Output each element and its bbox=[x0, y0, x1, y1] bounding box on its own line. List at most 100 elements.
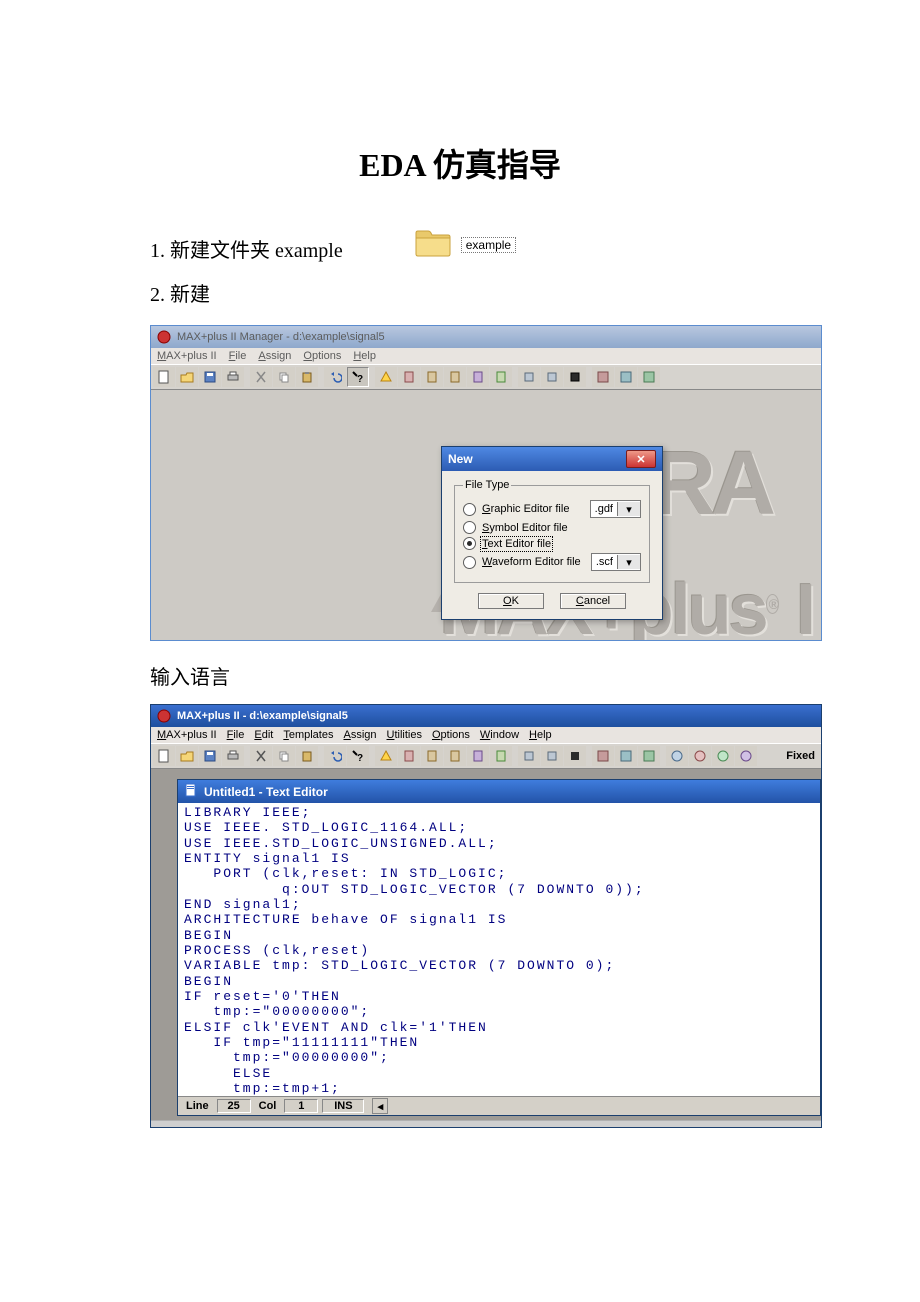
manager-titlebar: MAX+plus II Manager - d:\example\signal5 bbox=[151, 326, 821, 348]
app-icon bbox=[157, 709, 171, 723]
tool-icon-4[interactable] bbox=[490, 746, 512, 766]
extra-icon-3[interactable] bbox=[712, 746, 734, 766]
manager-client-area: R A MAX+plus® I New ✕ File Type Graphic … bbox=[151, 390, 821, 640]
hier-icon-1[interactable] bbox=[592, 746, 614, 766]
ext-combo-gdf[interactable]: .gdf▾ bbox=[590, 500, 641, 518]
menu-edit[interactable]: Edit bbox=[254, 729, 273, 741]
menu-assign[interactable]: Assign bbox=[343, 729, 376, 741]
tool-icon-1[interactable] bbox=[421, 367, 443, 387]
paste-icon[interactable] bbox=[296, 367, 318, 387]
save-icon[interactable] bbox=[199, 746, 221, 766]
open-icon[interactable] bbox=[176, 746, 198, 766]
cancel-button[interactable]: Cancel bbox=[560, 593, 626, 609]
save-icon[interactable] bbox=[199, 367, 221, 387]
context-help-icon[interactable]: ? bbox=[347, 367, 369, 387]
chip-icon-3[interactable] bbox=[564, 367, 586, 387]
window-border-bottom bbox=[151, 1120, 821, 1127]
print-icon[interactable] bbox=[222, 746, 244, 766]
hier-icon-1[interactable] bbox=[592, 367, 614, 387]
tool-icon-2[interactable] bbox=[444, 367, 466, 387]
manager-toolbar: ? bbox=[151, 364, 821, 390]
tool-icon-3[interactable] bbox=[467, 746, 489, 766]
cut-icon[interactable] bbox=[250, 746, 272, 766]
filetype-group: File Type Graphic Editor file .gdf▾ Symb… bbox=[454, 479, 650, 583]
menu-file[interactable]: File bbox=[229, 350, 247, 362]
ok-button[interactable]: OK bbox=[478, 593, 544, 609]
hier-icon-3[interactable] bbox=[638, 746, 660, 766]
status-ins: INS bbox=[322, 1099, 364, 1113]
page-title: EDA 仿真指导 bbox=[150, 140, 770, 186]
close-icon[interactable]: ✕ bbox=[626, 450, 656, 468]
status-line-value: 25 bbox=[217, 1099, 251, 1113]
radio-icon[interactable] bbox=[463, 503, 476, 516]
cut-icon[interactable] bbox=[250, 367, 272, 387]
tool-icon-2[interactable] bbox=[444, 746, 466, 766]
new-icon[interactable] bbox=[153, 367, 175, 387]
tool-icon-4[interactable] bbox=[490, 367, 512, 387]
hier-icon-3[interactable] bbox=[638, 367, 660, 387]
hier-icon-2[interactable] bbox=[615, 367, 637, 387]
new-dialog-title: New bbox=[448, 452, 473, 466]
opt-symbol[interactable]: Symbol Editor file bbox=[463, 521, 641, 534]
editor-window: MAX+plus II - d:\example\signal5 MAX+plu… bbox=[150, 704, 822, 1128]
print-icon[interactable] bbox=[222, 367, 244, 387]
compile-icon[interactable] bbox=[398, 746, 420, 766]
scroll-left-icon[interactable]: ◂ bbox=[372, 1098, 388, 1114]
menu-help[interactable]: Help bbox=[353, 350, 376, 362]
menu-help[interactable]: Help bbox=[529, 729, 552, 741]
paste-icon[interactable] bbox=[296, 746, 318, 766]
chip-icon-1[interactable] bbox=[518, 367, 540, 387]
menu-utilities[interactable]: Utilities bbox=[387, 729, 422, 741]
editor-statusbar: Line 25 Col 1 INS ◂ bbox=[178, 1096, 820, 1115]
editor-menubar: MAX+plus II File Edit Templates Assign U… bbox=[151, 727, 821, 743]
ext-combo-scf[interactable]: .scf▾ bbox=[591, 553, 641, 571]
menu-maxplus[interactable]: MAX+plus II bbox=[157, 350, 217, 362]
radio-icon[interactable] bbox=[463, 521, 476, 534]
chip-icon-1[interactable] bbox=[518, 746, 540, 766]
text-editor-title: Untitled1 - Text Editor bbox=[204, 785, 328, 799]
menu-window[interactable]: Window bbox=[480, 729, 519, 741]
opt-waveform[interactable]: Waveform Editor file .scf▾ bbox=[463, 553, 641, 571]
tool-icon-1[interactable] bbox=[421, 746, 443, 766]
warn-icon[interactable] bbox=[375, 746, 397, 766]
chevron-down-icon[interactable]: ▾ bbox=[617, 555, 640, 569]
chip-icon-2[interactable] bbox=[541, 367, 563, 387]
status-col-label: Col bbox=[255, 1100, 281, 1112]
radio-icon[interactable] bbox=[463, 537, 476, 550]
open-icon[interactable] bbox=[176, 367, 198, 387]
tool-icon-3[interactable] bbox=[467, 367, 489, 387]
menu-file[interactable]: File bbox=[227, 729, 245, 741]
context-help-icon[interactable]: ? bbox=[347, 746, 369, 766]
step-1-text: 1. 新建文件夹 example bbox=[150, 234, 343, 263]
opt-graphic[interactable]: Graphic Editor file .gdf▾ bbox=[463, 500, 641, 518]
extra-icon-2[interactable] bbox=[689, 746, 711, 766]
fixed-label: Fixed bbox=[782, 750, 819, 762]
manager-title-text: MAX+plus II Manager - d:\example\signal5 bbox=[177, 331, 385, 343]
status-line-label: Line bbox=[182, 1100, 213, 1112]
undo-icon[interactable] bbox=[324, 367, 346, 387]
filetype-legend: File Type bbox=[463, 479, 511, 491]
new-icon[interactable] bbox=[153, 746, 175, 766]
opt-text[interactable]: Text Editor file bbox=[463, 537, 641, 550]
menu-maxplus[interactable]: MAX+plus II bbox=[157, 729, 217, 741]
menu-options[interactable]: Options bbox=[303, 350, 341, 362]
radio-icon[interactable] bbox=[463, 556, 476, 569]
hier-icon-2[interactable] bbox=[615, 746, 637, 766]
code-area[interactable]: LIBRARY IEEE; USE IEEE. STD_LOGIC_1164.A… bbox=[178, 803, 820, 1096]
extra-icon-1[interactable] bbox=[666, 746, 688, 766]
menu-templates[interactable]: Templates bbox=[283, 729, 333, 741]
chip-icon-2[interactable] bbox=[541, 746, 563, 766]
menu-assign[interactable]: Assign bbox=[258, 350, 291, 362]
folder-label: example bbox=[461, 237, 516, 253]
copy-icon[interactable] bbox=[273, 746, 295, 766]
compile-icon[interactable] bbox=[398, 367, 420, 387]
step-1-row: 1. 新建文件夹 example example bbox=[150, 226, 770, 270]
menu-options[interactable]: Options bbox=[432, 729, 470, 741]
caption-input-language: 输入语言 bbox=[150, 661, 770, 690]
chip-icon-3[interactable] bbox=[564, 746, 586, 766]
warn-icon[interactable] bbox=[375, 367, 397, 387]
extra-icon-4[interactable] bbox=[735, 746, 757, 766]
chevron-down-icon[interactable]: ▾ bbox=[617, 502, 640, 516]
undo-icon[interactable] bbox=[324, 746, 346, 766]
copy-icon[interactable] bbox=[273, 367, 295, 387]
